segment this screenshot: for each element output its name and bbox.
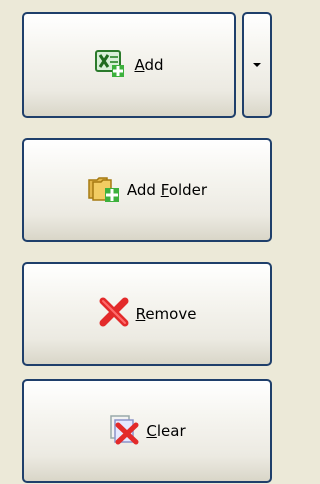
remove-button[interactable]: Remove bbox=[22, 262, 272, 366]
clear-icon bbox=[108, 413, 140, 449]
dropdown-arrow-icon bbox=[253, 63, 261, 67]
add-button[interactable]: Add bbox=[22, 12, 236, 118]
clear-button-label: Clear bbox=[146, 422, 186, 440]
add-button-label: Add bbox=[134, 56, 164, 74]
folder-add-icon bbox=[87, 172, 121, 208]
add-folder-button-label: Add Folder bbox=[126, 181, 208, 199]
add-folder-button[interactable]: Add Folder bbox=[22, 138, 272, 242]
add-dropdown-button[interactable] bbox=[242, 12, 272, 118]
excel-add-icon bbox=[94, 47, 128, 83]
remove-button-label: Remove bbox=[135, 305, 197, 323]
clear-button[interactable]: Clear bbox=[22, 379, 272, 483]
red-x-icon bbox=[98, 296, 130, 332]
